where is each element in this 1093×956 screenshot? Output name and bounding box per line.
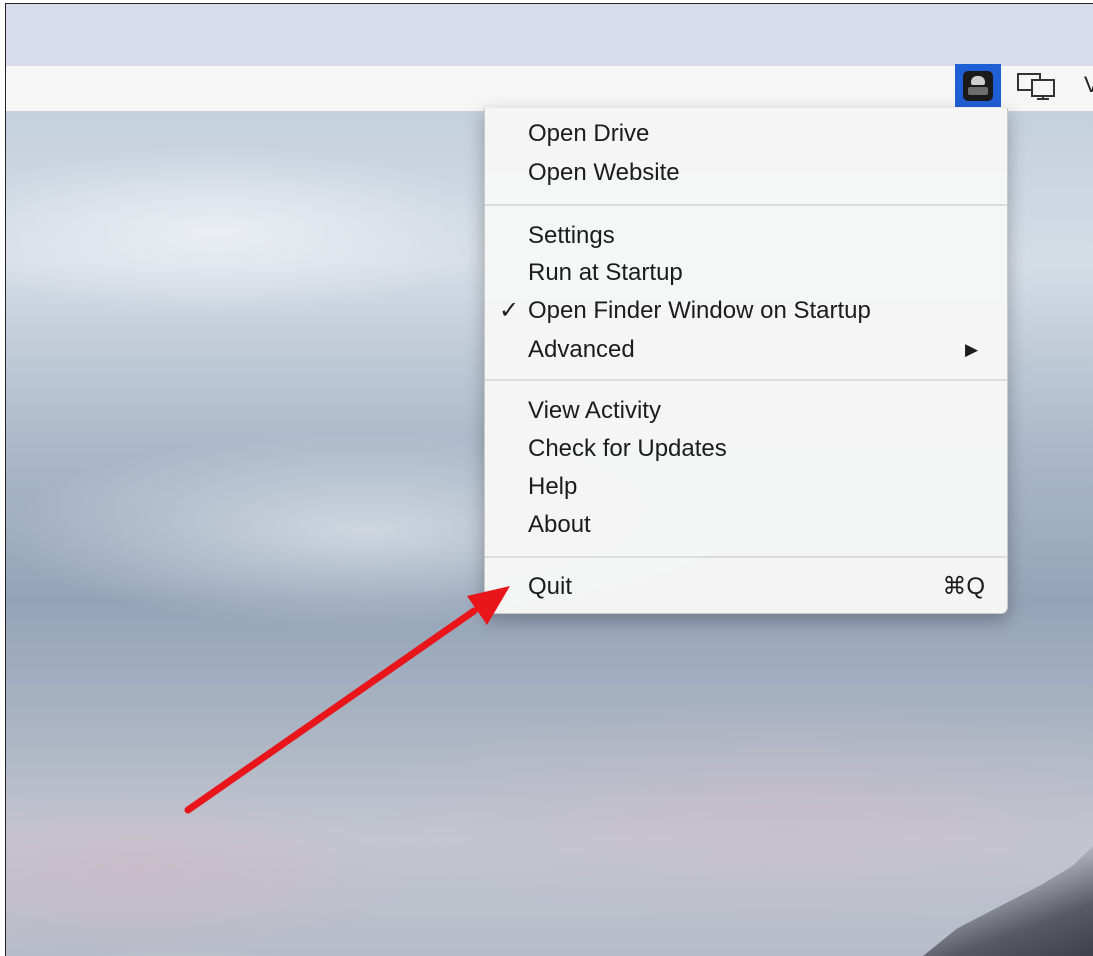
menu-item-label: About (528, 511, 591, 538)
menu-item-label: Run at Startup (528, 259, 683, 286)
menu-separator (485, 379, 1007, 381)
menu-item-label: Check for Updates (528, 435, 727, 462)
title-strip (6, 4, 1093, 66)
menu-bar (6, 66, 1093, 112)
keyboard-shortcut: ⌘Q (942, 573, 985, 600)
menu-item-advanced[interactable]: Advanced ▶ (485, 331, 1007, 369)
menu-item-label: Open Drive (528, 120, 650, 147)
menu-item-open-finder-window-on-startup[interactable]: ✓ Open Finder Window on Startup (485, 292, 1007, 330)
drive-app-menubar-icon[interactable] (955, 64, 1001, 107)
drive-app-icon (963, 70, 993, 101)
menu-item-help[interactable]: Help (485, 468, 1007, 506)
menu-item-label: Open Finder Window on Startup (528, 297, 871, 324)
menu-separator (485, 204, 1007, 206)
menu-item-open-website[interactable]: Open Website (485, 154, 1007, 192)
menu-item-label: Settings (528, 222, 615, 249)
menubar-cut-off-item[interactable]: V (1084, 72, 1093, 98)
menu-item-label: Open Website (528, 159, 680, 186)
screen: V Open Drive Open Website Settings Run a… (0, 0, 1093, 956)
menu-item-run-at-startup[interactable]: Run at Startup (485, 254, 1007, 292)
menu-item-label: Advanced (528, 336, 635, 363)
menu-separator (485, 556, 1007, 558)
app-dropdown-menu: Open Drive Open Website Settings Run at … (484, 108, 1008, 614)
menu-item-settings[interactable]: Settings (485, 217, 1007, 255)
submenu-arrow-icon: ▶ (965, 340, 979, 359)
menu-item-about[interactable]: About (485, 506, 1007, 544)
display-mirroring-icon[interactable] (1016, 72, 1058, 100)
checkmark-icon: ✓ (499, 297, 520, 324)
menu-item-quit[interactable]: Quit ⌘Q (485, 568, 1007, 606)
menu-item-open-drive[interactable]: Open Drive (485, 115, 1007, 153)
menu-item-label: View Activity (528, 397, 661, 424)
wallpaper-trees (923, 846, 1093, 956)
menu-item-check-for-updates[interactable]: Check for Updates (485, 430, 1007, 468)
menu-item-label: Help (528, 473, 578, 500)
menu-item-view-activity[interactable]: View Activity (485, 392, 1007, 430)
menu-item-label: Quit (528, 573, 573, 600)
